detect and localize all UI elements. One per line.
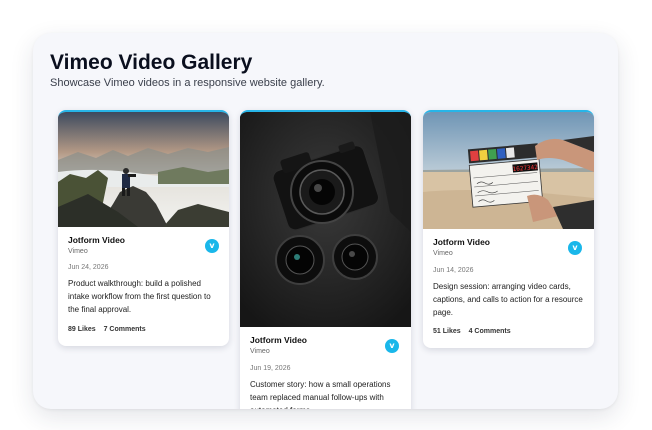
video-card-1[interactable]: Jotform Video Vimeo v Jun 24, 2026 Produ… <box>58 110 229 346</box>
card-date: Jun 14, 2026 <box>433 267 474 274</box>
card-stats: 89 Likes 7 Comments <box>68 326 146 333</box>
card-author: Jotform Video <box>250 335 307 345</box>
mountain-photo <box>58 112 229 227</box>
card-source: Vimeo <box>250 348 270 355</box>
card-author: Jotform Video <box>433 237 490 247</box>
clapperboard-photo: 1627342 <box>423 112 594 229</box>
likes-count[interactable]: 51 Likes <box>433 328 461 335</box>
comments-count[interactable]: 7 Comments <box>104 326 146 333</box>
card-description: Design session: arranging video cards, c… <box>433 282 583 317</box>
page-title: Vimeo Video Gallery <box>50 51 253 74</box>
card-date: Jun 24, 2026 <box>68 264 109 271</box>
video-thumbnail-1[interactable] <box>58 112 229 227</box>
video-thumbnail-2[interactable] <box>240 112 411 327</box>
likes-count[interactable]: 89 Likes <box>68 326 96 333</box>
card-source: Vimeo <box>433 250 453 257</box>
gallery-panel: Vimeo Video Gallery Showcase Vimeo video… <box>33 33 618 409</box>
video-thumbnail-3[interactable]: 1627342 <box>423 112 594 229</box>
vimeo-icon: v <box>572 243 578 252</box>
card-author: Jotform Video <box>68 235 125 245</box>
vimeo-badge[interactable]: v <box>568 241 582 255</box>
card-stats: 51 Likes 4 Comments <box>433 328 511 335</box>
vimeo-icon: v <box>389 341 395 350</box>
card-description: Customer story: how a small operations t… <box>250 380 391 409</box>
vimeo-icon: v <box>209 241 215 250</box>
card-source: Vimeo <box>68 248 88 255</box>
page-subtitle: Showcase Vimeo videos in a responsive we… <box>50 77 325 89</box>
vimeo-badge[interactable]: v <box>385 339 399 353</box>
card-date: Jun 19, 2026 <box>250 365 291 372</box>
video-card-3[interactable]: 1627342 Jotform Video Vimeo v Jun 14, 20… <box>423 110 594 348</box>
card-description: Product walkthrough: build a polished in… <box>68 279 211 314</box>
video-card-2[interactable]: Jotform Video Vimeo v Jun 19, 2026 Custo… <box>240 110 411 409</box>
camera-photo <box>240 112 411 327</box>
vimeo-badge[interactable]: v <box>205 239 219 253</box>
comments-count[interactable]: 4 Comments <box>469 328 511 335</box>
